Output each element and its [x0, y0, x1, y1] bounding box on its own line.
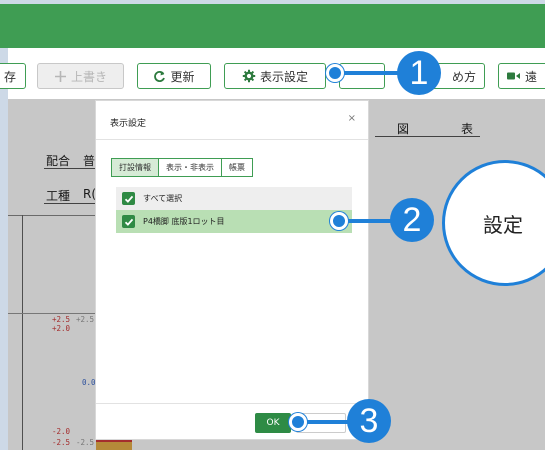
- refresh-button[interactable]: 更新: [137, 63, 211, 89]
- hidden-toolbar-button[interactable]: [339, 63, 385, 89]
- dialog-header-divider: [96, 139, 368, 140]
- tab-show-hide[interactable]: 表示・非表示: [158, 158, 222, 177]
- select-all-label: すべて選択: [143, 194, 183, 203]
- howto-label: め方: [451, 69, 476, 84]
- step-marker-2: 2: [390, 198, 434, 242]
- plus-icon: [54, 70, 67, 83]
- refresh-label: 更新: [170, 69, 195, 84]
- pour-item-checkbox[interactable]: [122, 215, 135, 228]
- display-settings-button[interactable]: 表示設定: [224, 63, 326, 89]
- checkmark-icon: [124, 195, 133, 203]
- dialog-tabs: 打設情報 表示・非表示 帳票: [111, 158, 253, 177]
- save-button[interactable]: 存: [0, 63, 26, 89]
- save-button-label: 存: [3, 69, 16, 84]
- display-settings-label: 表示設定: [259, 69, 308, 84]
- video-button[interactable]: 遠: [498, 63, 545, 89]
- dialog-title: 表示設定: [110, 119, 147, 129]
- gear-icon: [242, 69, 256, 83]
- marker-2-pointer: [330, 212, 348, 230]
- step-marker-3: 3: [347, 399, 391, 443]
- checkmark-icon: [124, 218, 133, 226]
- marker-3-connector: [300, 420, 350, 424]
- select-all-row[interactable]: すべて選択: [116, 187, 352, 210]
- dialog-footer-divider: [96, 403, 368, 404]
- pour-item-row[interactable]: P4橋脚 底版1ロット目: [116, 210, 352, 233]
- tab-pour-info[interactable]: 打設情報: [111, 158, 159, 177]
- video-camera-icon: [507, 71, 521, 81]
- select-all-checkbox[interactable]: [122, 192, 135, 205]
- pour-item-label: P4橋脚 底版1ロット目: [143, 217, 225, 226]
- marker-2-connector: [342, 219, 392, 223]
- callout-text: 設定: [483, 213, 523, 237]
- close-icon[interactable]: ×: [348, 113, 356, 124]
- video-label: 遠: [525, 69, 538, 84]
- item-list: すべて選択 P4橋脚 底版1ロット目: [116, 187, 352, 233]
- refresh-icon: [153, 70, 166, 83]
- app-header-bar: [0, 4, 545, 48]
- marker-1-connector: [338, 71, 400, 75]
- ok-button[interactable]: OK: [255, 413, 291, 433]
- step-marker-1: 1: [397, 51, 441, 95]
- tab-report[interactable]: 帳票: [221, 158, 253, 177]
- marker-3-pointer: [289, 413, 307, 431]
- marker-1-pointer: [326, 64, 344, 82]
- display-settings-dialog: 表示設定 × 打設情報 表示・非表示 帳票 すべて選択 P4橋脚 底版1ロット目…: [95, 100, 369, 440]
- overwrite-label: 上書き: [70, 69, 107, 84]
- overwrite-button[interactable]: 上書き: [37, 63, 124, 89]
